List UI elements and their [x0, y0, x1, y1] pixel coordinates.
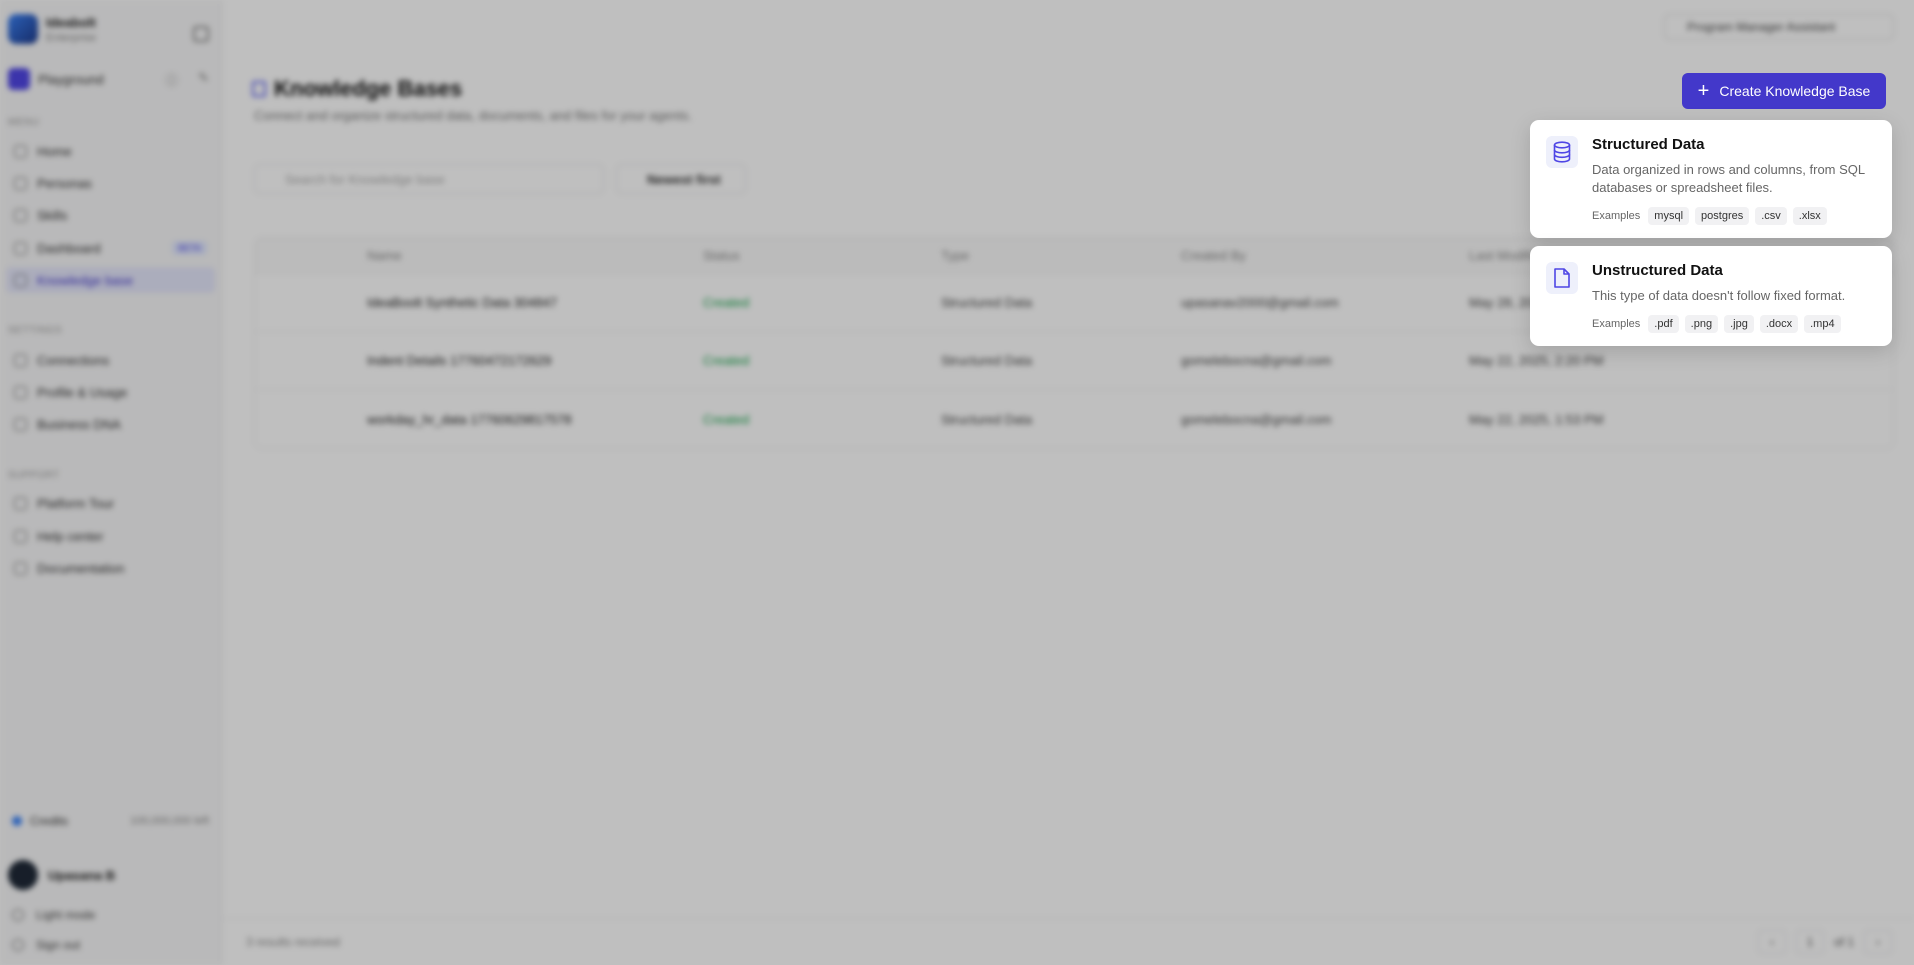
examples-label: Examples [1592, 318, 1641, 330]
create-knowledge-base-button[interactable]: + Create Knowledge Base [1682, 73, 1886, 109]
example-chip: .xlsx [1792, 207, 1827, 225]
example-chip: .csv [1755, 207, 1787, 225]
examples-label: Examples [1592, 210, 1641, 222]
example-chip: .jpg [1724, 315, 1754, 333]
document-icon [1546, 262, 1578, 294]
unstructured-data-option[interactable]: Unstructured Data This type of data does… [1530, 246, 1892, 346]
example-chip: .pdf [1648, 315, 1679, 333]
plus-icon: + [1697, 80, 1710, 102]
example-chip: .png [1684, 315, 1719, 333]
structured-data-title: Structured Data [1592, 136, 1705, 153]
structured-data-description: Data organized in rows and columns, from… [1592, 162, 1865, 195]
unstructured-data-title: Unstructured Data [1592, 262, 1723, 279]
unstructured-data-description: This type of data doesn't follow fixed f… [1592, 288, 1846, 303]
structured-data-option[interactable]: Structured Data Data organized in rows a… [1530, 120, 1892, 238]
example-chip: .mp4 [1804, 315, 1841, 333]
example-chip: .docx [1759, 315, 1799, 333]
database-icon [1546, 136, 1578, 168]
example-chip: postgres [1695, 207, 1750, 225]
example-chip: mysql [1648, 207, 1690, 225]
unstructured-data-examples: Examples .pdf .png .jpg .docx .mp4 [1592, 315, 1874, 333]
structured-data-examples: Examples mysql postgres .csv .xlsx [1592, 207, 1874, 225]
create-knowledge-base-label: Create Knowledge Base [1719, 83, 1871, 99]
